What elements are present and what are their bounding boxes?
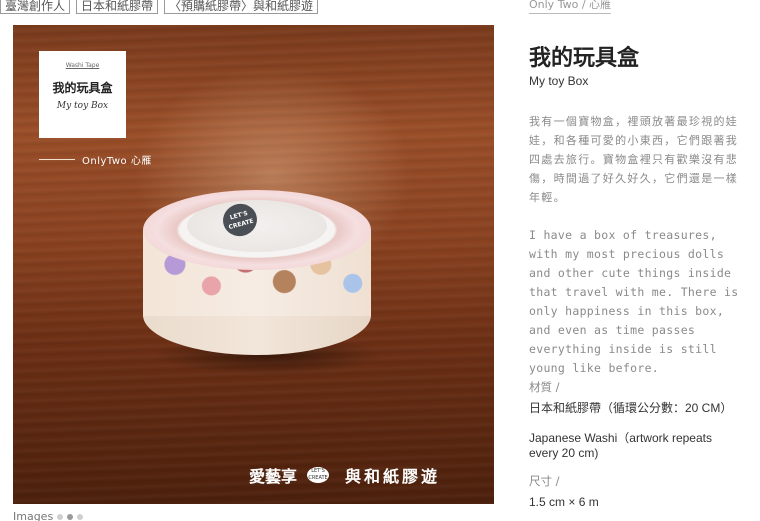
description-en: I have a box of treasures, with my most …: [529, 228, 739, 375]
tag-taiwan-creators[interactable]: 臺灣創作人: [0, 0, 71, 14]
gallery-label: Images: [13, 510, 54, 521]
tag-japanese-washi[interactable]: 日本和紙膠帶: [76, 0, 159, 14]
material-label: 材質 /: [529, 380, 560, 394]
brand-rule: [39, 159, 75, 160]
size-label: 尺寸 /: [529, 474, 560, 488]
material-value-en: Japanese Washi（artwork repeats every 20 …: [529, 431, 712, 460]
caption-right: 與和紙膠遊: [345, 467, 441, 486]
product-subtitle: My toy Box: [529, 74, 589, 88]
label-card-title-en: My toy Box: [56, 101, 109, 111]
gallery-dot-2[interactable]: [67, 513, 74, 520]
product-photo[interactable]: Washi Tape 我的玩具盒 My toy Box OnlyTwo 心雁 L…: [13, 25, 494, 504]
label-card-brandline: Washi Tape: [65, 62, 100, 69]
description-zh: 我有一個寶物盒，裡頭放著最珍視的娃娃，和各種可愛的小東西，它們跟著我四處去旅行。…: [529, 115, 739, 204]
size-value: 1.5 cm × 6 m: [529, 495, 599, 509]
photo-caption: 愛藝享 LET'S CREATE 與和紙膠遊: [249, 463, 440, 487]
material-value-zh: 日本和紙膠帶（循環公分數：20 CM）: [529, 401, 733, 415]
label-card-title-zh: 我的玩具盒: [52, 81, 113, 95]
tag-preorder-washi[interactable]: 〈預購紙膠帶〉與和紙膠遊: [164, 0, 319, 14]
designer-link[interactable]: Only Two / 心雁: [529, 0, 612, 14]
tape-core: [187, 200, 327, 252]
washi-tape-roll: LET'S CREATE: [143, 190, 371, 355]
product-label-card: Washi Tape 我的玩具盒 My toy Box: [39, 51, 126, 138]
product-title: 我的玩具盒: [529, 45, 640, 71]
caption-left: 愛藝享: [249, 467, 298, 486]
photo-brand-line: OnlyTwo 心雁: [39, 152, 152, 167]
gallery-dot-1[interactable]: [57, 513, 64, 520]
caption-lets-create-logo: LET'S CREATE: [307, 467, 330, 483]
tag-list: 臺灣創作人 日本和紙膠帶 〈預購紙膠帶〉與和紙膠遊: [0, 0, 319, 14]
photo-brand-text: OnlyTwo 心雁: [82, 156, 152, 167]
gallery-dot-3[interactable]: [77, 513, 84, 520]
gallery-nav: Images: [13, 510, 84, 521]
